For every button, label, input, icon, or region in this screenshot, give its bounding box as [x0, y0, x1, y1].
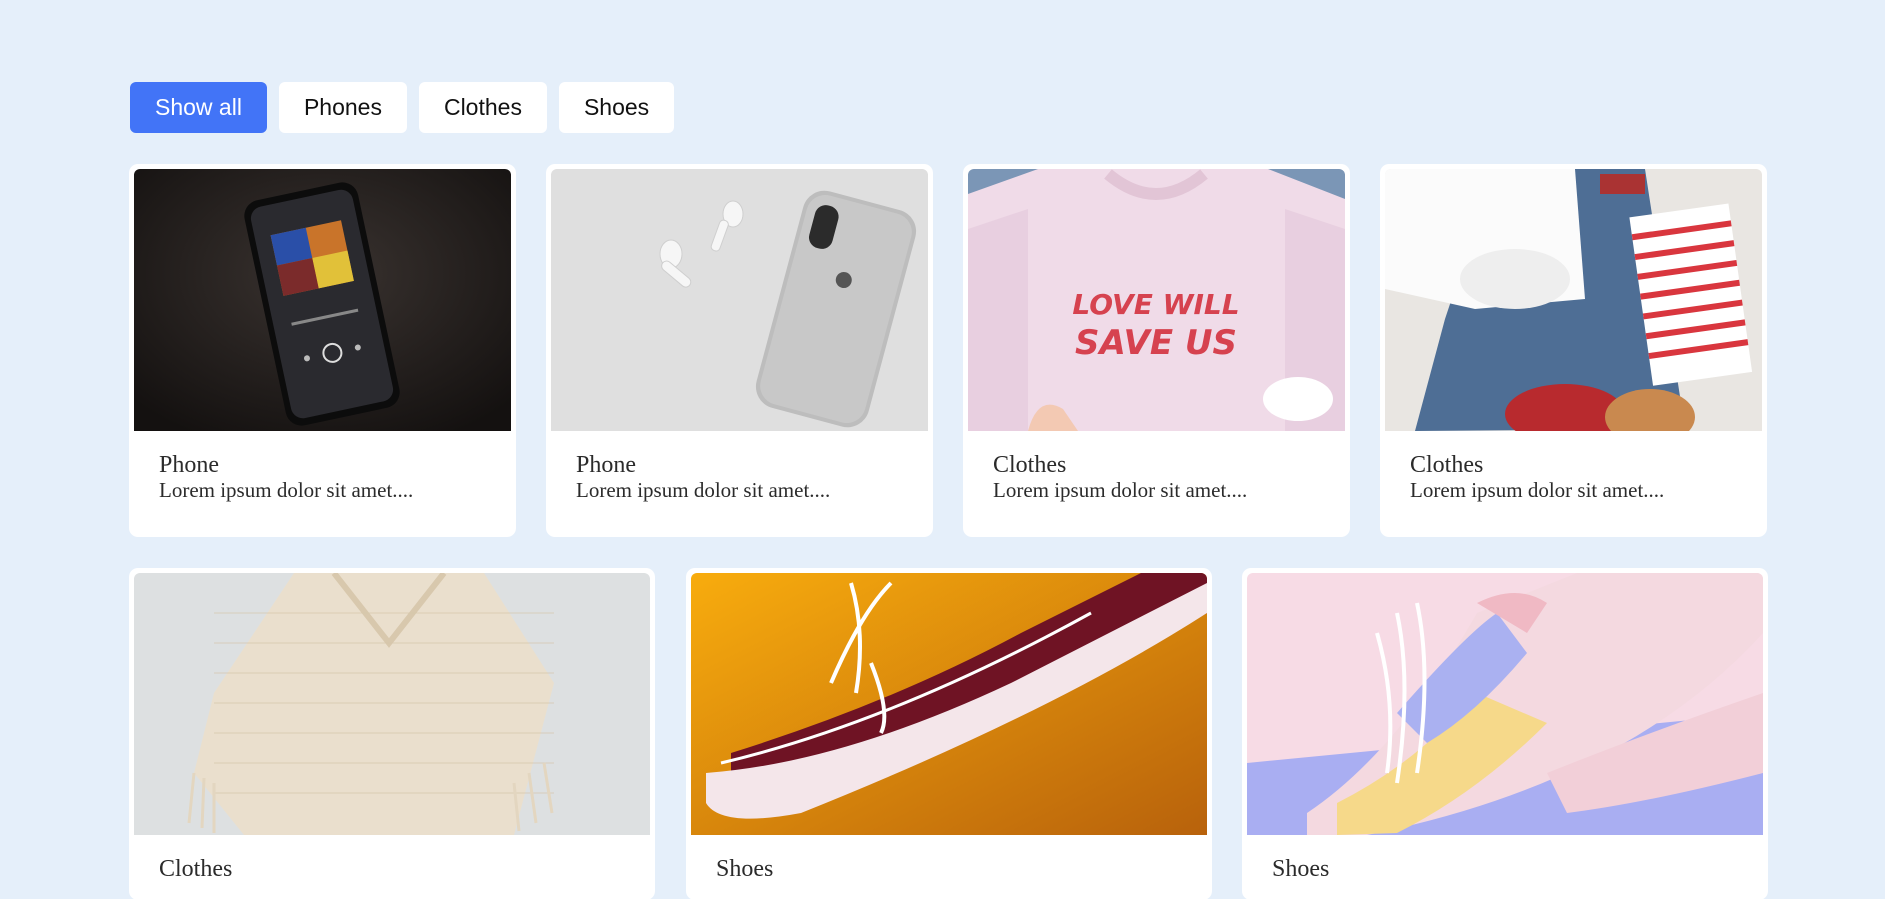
- product-card[interactable]: Phone Lorem ipsum dolor sit amet....: [547, 165, 932, 536]
- card-title: Clothes: [1410, 452, 1484, 478]
- filter-show-all-button[interactable]: Show all: [130, 82, 267, 133]
- card-description: Lorem ipsum dolor sit amet....: [993, 478, 1248, 502]
- card-description: Lorem ipsum dolor sit amet....: [576, 478, 831, 502]
- product-card[interactable]: Shoes: [687, 569, 1211, 899]
- card-title: Phone: [576, 452, 636, 478]
- card-description: Lorem ipsum dolor sit amet....: [1410, 478, 1665, 502]
- pink-tshirt-image: LOVE WILL SAVE US: [968, 169, 1345, 431]
- card-title: Clothes: [159, 856, 233, 882]
- red-sneaker-image: [691, 573, 1207, 835]
- filter-clothes-button[interactable]: Clothes: [418, 82, 547, 133]
- card-title: Phone: [159, 452, 219, 478]
- filter-phones-button[interactable]: Phones: [278, 82, 407, 133]
- pastel-sneakers-image: [1247, 573, 1763, 835]
- product-card[interactable]: Clothes: [130, 569, 654, 899]
- product-card[interactable]: Shoes: [1243, 569, 1767, 899]
- card-title: Shoes: [716, 856, 774, 882]
- phone-music-player-image: [134, 169, 511, 431]
- product-card[interactable]: Clothes Lorem ipsum dolor sit amet....: [1381, 165, 1766, 536]
- product-card[interactable]: Phone Lorem ipsum dolor sit amet....: [130, 165, 515, 536]
- tshirt-print-line2: SAVE US: [1075, 323, 1237, 363]
- folded-clothes-image: [1385, 169, 1762, 431]
- filter-shoes-button[interactable]: Shoes: [558, 82, 675, 133]
- category-filter-bar: Show all Phones Clothes Shoes: [130, 82, 675, 133]
- knit-top-image: [134, 573, 650, 835]
- card-title: Shoes: [1272, 856, 1330, 882]
- product-card[interactable]: LOVE WILL SAVE US Clothes Lorem ipsum do…: [964, 165, 1349, 536]
- tshirt-print-line1: LOVE WILL: [1072, 288, 1239, 321]
- card-title: Clothes: [993, 452, 1067, 478]
- card-description: Lorem ipsum dolor sit amet....: [159, 478, 414, 502]
- phone-airpods-image: [551, 169, 928, 431]
